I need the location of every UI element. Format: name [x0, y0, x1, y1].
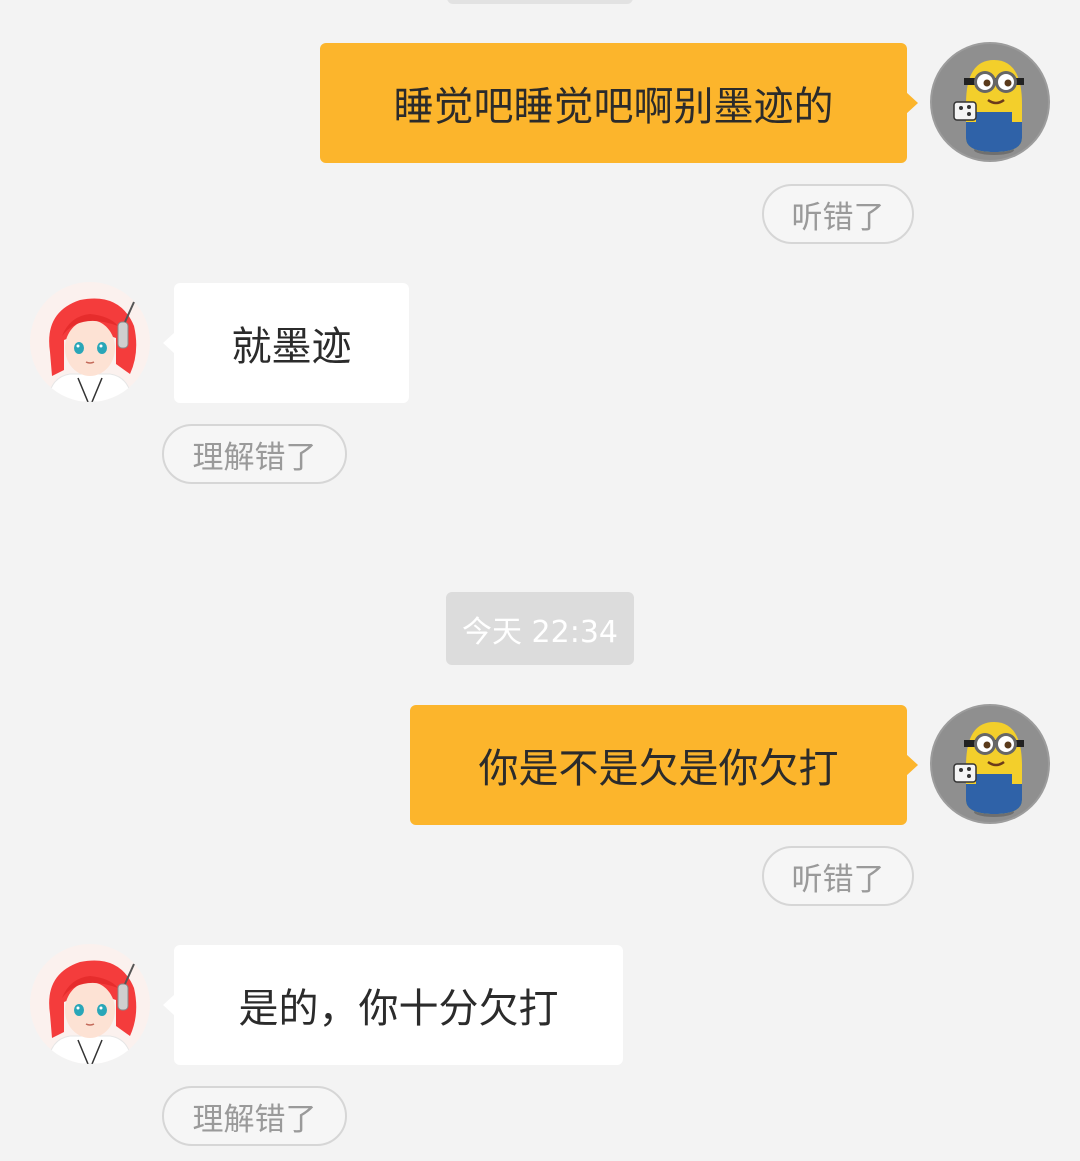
message-text: 是的，你十分欠打 — [238, 986, 559, 1032]
misheard-feedback-button[interactable]: 听错了 — [762, 184, 914, 244]
user-message-bubble: 睡觉吧睡觉吧啊别墨迹的 — [320, 43, 918, 163]
message-text: 就墨迹 — [231, 324, 352, 370]
assistant-message-bubble: 是的，你十分欠打 — [163, 945, 623, 1065]
message-text: 睡觉吧睡觉吧啊别墨迹的 — [393, 84, 834, 130]
misunderstood-feedback-button[interactable]: 理解错了 — [162, 1086, 347, 1146]
message-text: 你是不是欠是你欠打 — [478, 746, 839, 792]
assistant-avatar-icon[interactable] — [30, 282, 150, 402]
misunderstood-feedback-button[interactable]: 理解错了 — [162, 424, 347, 484]
previous-timestamp-partial — [447, 0, 633, 4]
user-avatar-icon[interactable] — [930, 704, 1050, 824]
feedback-label: 听错了 — [791, 861, 885, 898]
misheard-feedback-button[interactable]: 听错了 — [762, 846, 914, 906]
assistant-message-bubble: 就墨迹 — [163, 283, 409, 403]
user-avatar-icon[interactable] — [930, 42, 1050, 162]
feedback-label: 理解错了 — [192, 439, 317, 476]
assistant-avatar-icon[interactable] — [30, 944, 150, 1064]
feedback-label: 理解错了 — [192, 1101, 317, 1138]
user-message-bubble: 你是不是欠是你欠打 — [410, 705, 918, 825]
feedback-label: 听错了 — [791, 199, 885, 236]
timestamp-badge: 今天 22:34 — [446, 592, 634, 665]
timestamp-text: 今天 22:34 — [462, 614, 618, 650]
